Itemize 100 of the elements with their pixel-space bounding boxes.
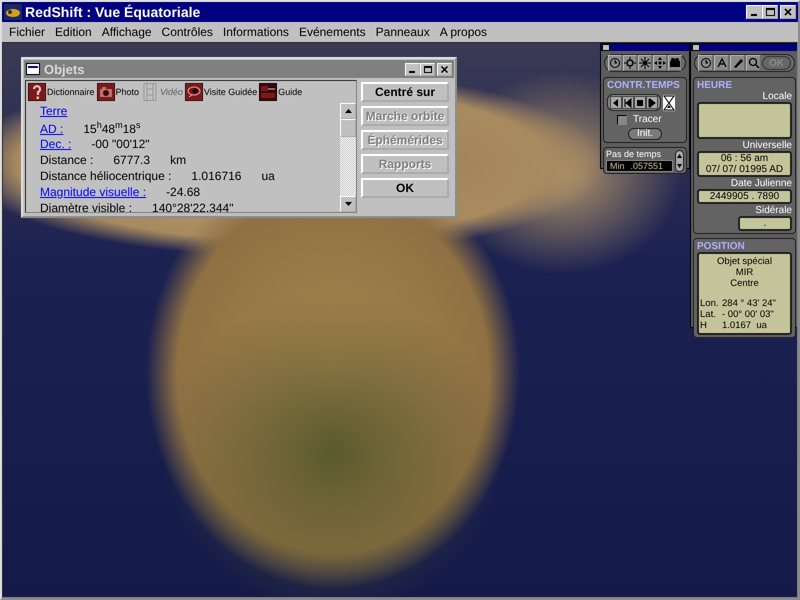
property-label: Distance héliocentrique : bbox=[40, 169, 172, 183]
close-icon bbox=[441, 66, 448, 72]
pen-icon bbox=[732, 57, 744, 69]
property-value: 140°28'22.344" bbox=[152, 201, 234, 212]
panel-heading: CONTR.TEMPS bbox=[607, 80, 681, 91]
coordinate-value: 284 ° 43' 24" bbox=[722, 298, 776, 309]
menu-item[interactable]: Affichage bbox=[96, 25, 157, 39]
hourglass-icon bbox=[663, 94, 675, 110]
property-label: Distance : bbox=[40, 153, 94, 167]
playback-button[interactable] bbox=[646, 96, 658, 109]
tracer-label: Tracer bbox=[633, 114, 662, 125]
panel-tab-button[interactable] bbox=[608, 55, 622, 71]
property-unit: km bbox=[170, 153, 186, 167]
panel-tab-button[interactable] bbox=[698, 55, 713, 71]
menu-item[interactable]: Evénements bbox=[294, 25, 371, 39]
question-mark-icon bbox=[28, 83, 46, 101]
action-button[interactable]: OK bbox=[361, 178, 449, 198]
panel-tab-button[interactable] bbox=[714, 55, 729, 71]
playback-button[interactable] bbox=[610, 96, 622, 109]
close-button[interactable] bbox=[780, 5, 796, 19]
down-arrow-icon bbox=[344, 202, 352, 206]
up-arrow-icon bbox=[344, 109, 352, 113]
coordinate-label: Lon. bbox=[700, 298, 716, 309]
scroll-down-button[interactable] bbox=[340, 196, 356, 212]
rewind-icon bbox=[623, 98, 633, 108]
panel-heading: POSITION bbox=[697, 241, 746, 252]
menu-item[interactable]: Edition bbox=[50, 25, 97, 39]
stop-icon bbox=[635, 98, 645, 108]
position-text: Objet spécial bbox=[716, 256, 773, 267]
scroll-up-button[interactable] bbox=[340, 103, 356, 119]
menu-item[interactable]: A propos bbox=[434, 25, 492, 39]
property-link[interactable]: Magnitude visuelle : bbox=[40, 185, 146, 199]
julian-date-label: Date Julienne bbox=[730, 178, 792, 189]
maximize-button[interactable] bbox=[420, 62, 435, 76]
position-text: Centre bbox=[729, 278, 760, 289]
panel-menu-button[interactable] bbox=[692, 44, 700, 51]
action-button[interactable]: Centré sur bbox=[361, 82, 449, 102]
time-step-field[interactable]: Min .057551 bbox=[606, 160, 673, 172]
time-step-label: Pas de temps bbox=[606, 149, 662, 159]
sidereal-time-label: Sidérale bbox=[754, 205, 792, 216]
panel-tab-button[interactable] bbox=[653, 55, 667, 71]
panel-tab-button[interactable] bbox=[730, 55, 745, 71]
property-value: -00 "00'12" bbox=[91, 137, 150, 151]
menu-item[interactable]: Informations bbox=[218, 25, 294, 39]
window-title: RedShift : Vue Équatoriale bbox=[25, 4, 202, 20]
minimize-button[interactable] bbox=[405, 62, 420, 76]
property-label: Diamètre visible : bbox=[40, 201, 132, 212]
sun-icon bbox=[639, 57, 651, 69]
universal-date: 07/ 07/ 01995 AD bbox=[704, 164, 784, 175]
toolbar-button[interactable]: Visite Guidée bbox=[184, 83, 258, 101]
menu-item[interactable]: Contrôles bbox=[156, 25, 218, 39]
panel-tab-button[interactable] bbox=[638, 55, 652, 71]
maximize-icon bbox=[766, 8, 774, 16]
coordinate-label: H bbox=[700, 320, 708, 331]
move-arrows-icon bbox=[654, 57, 666, 69]
maximize-button[interactable] bbox=[762, 5, 778, 19]
menu-item[interactable]: Panneaux bbox=[370, 25, 435, 39]
panel-menu-button[interactable] bbox=[602, 44, 610, 51]
panel-heading: HEURE bbox=[697, 80, 734, 91]
menu-item[interactable]: Fichier bbox=[4, 25, 50, 39]
film-strip-icon bbox=[141, 83, 160, 101]
zoom-icon bbox=[748, 57, 760, 69]
init-button[interactable]: Init. bbox=[628, 128, 662, 140]
playback-button[interactable] bbox=[634, 96, 646, 109]
minimize-button[interactable] bbox=[746, 5, 762, 19]
position-text: MIR bbox=[734, 267, 754, 278]
property-value: 1.016716 bbox=[191, 169, 242, 183]
object-name-link[interactable]: Terre bbox=[40, 104, 68, 118]
toolbar-button[interactable]: Photo bbox=[96, 83, 140, 101]
close-button[interactable] bbox=[437, 62, 452, 76]
property-value: 6777.3 bbox=[113, 153, 150, 167]
step-back-icon bbox=[611, 98, 621, 108]
property-link[interactable]: AD : bbox=[40, 122, 64, 136]
panel-tab-button[interactable] bbox=[746, 55, 761, 71]
julian-date-display: 2449905 . 7890 bbox=[697, 189, 792, 204]
play-icon bbox=[647, 98, 657, 108]
scroll-thumb[interactable] bbox=[340, 119, 356, 137]
camera-icon bbox=[669, 57, 681, 69]
clock-icon bbox=[609, 57, 621, 69]
window-menu-icon[interactable] bbox=[26, 63, 40, 75]
toolbar-button[interactable]: Guide bbox=[259, 83, 302, 101]
universal-time: 06 : 56 am bbox=[720, 153, 770, 164]
property-value: -24.68 bbox=[166, 185, 200, 199]
panel-tab-button[interactable] bbox=[668, 55, 682, 71]
toolbar-button[interactable]: Dictionnaire bbox=[28, 83, 95, 101]
spin-arrows-icon[interactable] bbox=[675, 150, 684, 172]
vertical-scrollbar[interactable] bbox=[340, 103, 356, 212]
playback-button[interactable] bbox=[622, 96, 634, 109]
time-step-value: .057551 bbox=[630, 161, 664, 171]
coordinate-label: Lat. bbox=[700, 309, 716, 320]
tracer-checkbox[interactable] bbox=[617, 114, 627, 124]
coordinate-value: - 00° 00' 03" bbox=[722, 309, 774, 320]
property-unit: ua bbox=[261, 169, 275, 183]
property-link[interactable]: Dec. : bbox=[40, 137, 72, 151]
coordinate-value: 1.0167 ua bbox=[722, 320, 767, 331]
sidereal-time-display: . bbox=[738, 216, 792, 231]
objects-window-title: Objets bbox=[44, 62, 86, 76]
time-step-unit: Min bbox=[610, 161, 625, 171]
camera-icon bbox=[96, 83, 115, 101]
panel-tab-button[interactable] bbox=[623, 55, 637, 71]
